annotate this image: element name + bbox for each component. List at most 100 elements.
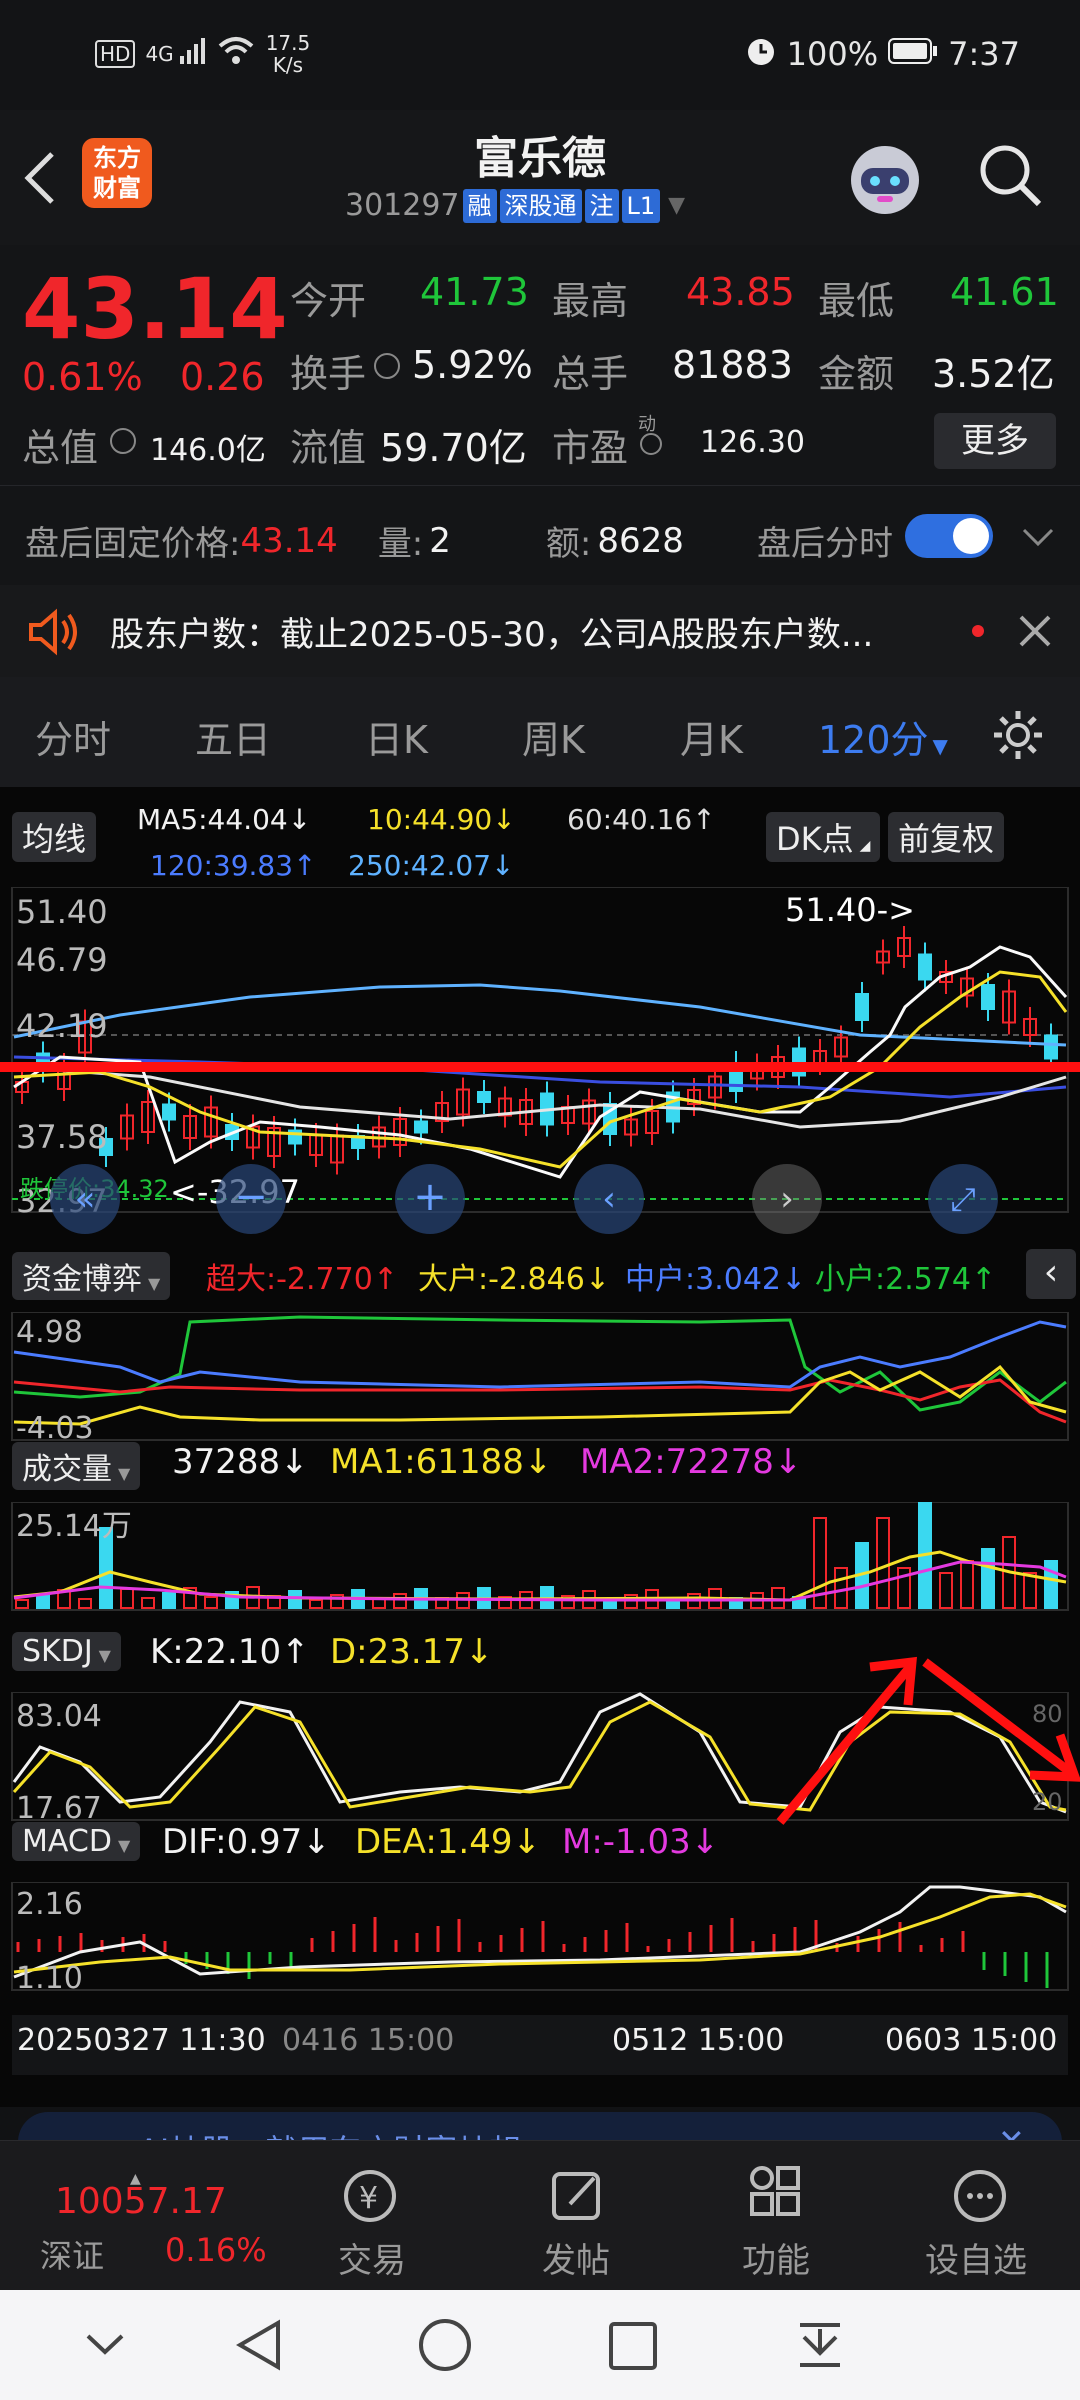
nav-home-icon[interactable]	[415, 2315, 475, 2379]
add-watchlist-label[interactable]: 设自选	[925, 2233, 1027, 2282]
index-value[interactable]: 10057.17	[55, 2181, 227, 2222]
volume-bar	[372, 1598, 386, 1609]
system-nav-bar	[0, 2290, 1080, 2400]
zoom-out-button[interactable]: −	[216, 1164, 286, 1234]
total-cap: 146.0亿	[150, 433, 266, 468]
volume-bar	[876, 1517, 890, 1609]
battery-percent: 100%	[786, 35, 879, 73]
macd-dea: DEA:1.49↓	[355, 1822, 541, 1862]
pe-type: 动	[638, 414, 656, 435]
post-icon[interactable]	[542, 2166, 612, 2230]
fund-mid: 中户:3.042↓	[625, 1262, 807, 1297]
scroll-left-button[interactable]: ‹	[574, 1164, 644, 1234]
trade-label[interactable]: 交易	[338, 2233, 406, 2282]
tab-caret-icon: ▼	[932, 734, 948, 758]
low-label: 最低	[818, 279, 895, 323]
amount-value: 3.52亿	[932, 352, 1055, 396]
high-value: 43.85	[686, 270, 795, 314]
post-label[interactable]: 发帖	[542, 2233, 610, 2282]
stock-code: 301297	[345, 188, 460, 223]
chevron-down-icon[interactable]	[1018, 518, 1058, 562]
volume-bar	[36, 1594, 50, 1609]
notice-bar[interactable]: 股东户数：截止2025-05-30，公司A股股东户数...	[0, 585, 1080, 677]
forward-adjust-button[interactable]: 前复权	[888, 812, 1005, 862]
volume-bar	[141, 1597, 155, 1609]
trade-icon[interactable]: ¥	[335, 2166, 405, 2230]
tab-weekly-k[interactable]: 周K	[522, 709, 585, 764]
caret-down-icon[interactable]: ▼	[668, 193, 685, 218]
tab-five-day[interactable]: 五日	[195, 709, 271, 764]
y-label-2: 46.79	[16, 941, 108, 979]
candlestick	[918, 953, 932, 981]
volume-ma1: MA1:61188↓	[330, 1442, 553, 1482]
nav-recents-icon[interactable]	[605, 2318, 661, 2378]
gear-icon[interactable]	[990, 707, 1046, 767]
notice-text[interactable]: 股东户数：截止2025-05-30，公司A股股东户数...	[110, 607, 873, 656]
volume-ma2: MA2:72278↓	[580, 1442, 803, 1482]
function-label[interactable]: 功能	[742, 2233, 810, 2282]
macd-selector[interactable]: MACD ▼	[12, 1822, 141, 1861]
macd-y-top: 2.16	[16, 1887, 83, 1922]
scroll-left-fast-button[interactable]: «	[50, 1164, 120, 1234]
fund-flow-chart[interactable]: 4.98 -4.03	[0, 1312, 1080, 1444]
volume-label: 总手	[552, 352, 629, 396]
fullscreen-icon[interactable]: ⤢	[928, 1164, 998, 1234]
fund-big: 大户:-2.846↓	[418, 1262, 610, 1297]
function-icon[interactable]	[742, 2166, 812, 2230]
tab-timeshare[interactable]: 分时	[35, 709, 111, 764]
info-icon[interactable]	[110, 428, 136, 454]
info-icon[interactable]	[640, 433, 662, 455]
scroll-right-button[interactable]: ›	[752, 1164, 822, 1234]
fund-y-top: 4.98	[16, 1315, 83, 1350]
candlestick	[981, 984, 995, 1010]
stock-header: 东方 财富 富乐德 301297 融 深股通 注 L1 ▼	[0, 110, 1080, 245]
after-hours-label: 盘后固定价格:	[25, 524, 241, 564]
tab-120min[interactable]: 120分 ▼	[818, 709, 948, 764]
collapse-panel-button[interactable]: ‹	[1026, 1249, 1076, 1299]
volume-bar	[960, 1560, 974, 1609]
skdj-y-top: 83.04	[16, 1699, 102, 1734]
kline-chart-area[interactable]: 均线 MA5:44.04↓ 10:44.90↓ 60:40.16↑ 120:39…	[0, 787, 1080, 2107]
tag-connect: 深股通	[499, 188, 582, 223]
skdj-selector[interactable]: SKDJ ▼	[12, 1632, 121, 1671]
ma-selector[interactable]: 均线	[12, 812, 97, 862]
nav-back-icon[interactable]	[230, 2315, 290, 2379]
tab-daily-k[interactable]: 日K	[365, 709, 428, 764]
tab-monthly-k[interactable]: 月K	[680, 709, 743, 764]
volume-bar	[309, 1599, 323, 1609]
fund-big-line	[13, 1364, 1067, 1426]
ma60-value: 60:40.16↑	[567, 803, 716, 836]
volume-chart[interactable]: 25.14万	[0, 1502, 1080, 1614]
change-value: 0.26	[180, 355, 265, 399]
volume-current: 37288↓	[172, 1442, 309, 1482]
nav-hide-icon[interactable]	[80, 2320, 130, 2374]
skdj-y-bottom: 17.67	[16, 1791, 102, 1824]
drawn-arrows	[776, 1656, 1080, 1825]
open-label: 今开	[290, 279, 367, 323]
candlestick	[477, 1091, 491, 1103]
caret-icon: ▼	[98, 1646, 111, 1665]
after-hours-price: 43.14	[240, 520, 338, 561]
volume-bar	[939, 1572, 953, 1609]
info-icon[interactable]	[374, 353, 400, 379]
close-icon[interactable]	[1015, 611, 1055, 655]
search-icon[interactable]	[975, 140, 1045, 214]
after-hours-toggle[interactable]	[905, 514, 993, 558]
hd-indicator: HD	[95, 40, 136, 68]
more-button[interactable]: 更多	[934, 413, 1056, 469]
zoom-in-button[interactable]: +	[395, 1164, 465, 1234]
volume-selector[interactable]: 成交量 ▼	[12, 1442, 141, 1490]
fund-flow-selector[interactable]: 资金博弈 ▼	[12, 1252, 171, 1300]
add-watchlist-icon[interactable]	[945, 2166, 1015, 2230]
macd-chart[interactable]: 2.16 1.10	[0, 1882, 1080, 2000]
dk-point-button[interactable]: DK点 ◢	[766, 812, 881, 862]
nav-notification-icon[interactable]	[790, 2315, 850, 2379]
low-value: 41.61	[950, 270, 1059, 314]
price-chart[interactable]: 51.40 46.79 42.19 37.58 32.97 跌停价:34.32 …	[0, 887, 1080, 1217]
turnover-label: 换手	[290, 352, 367, 396]
after-hours-amt-label: 额:	[545, 524, 592, 564]
alarm-icon	[743, 32, 779, 76]
x-label-3: 0512 15:00	[612, 2023, 785, 2058]
robot-assistant-icon[interactable]	[845, 140, 925, 224]
amount-label: 金额	[818, 352, 895, 396]
